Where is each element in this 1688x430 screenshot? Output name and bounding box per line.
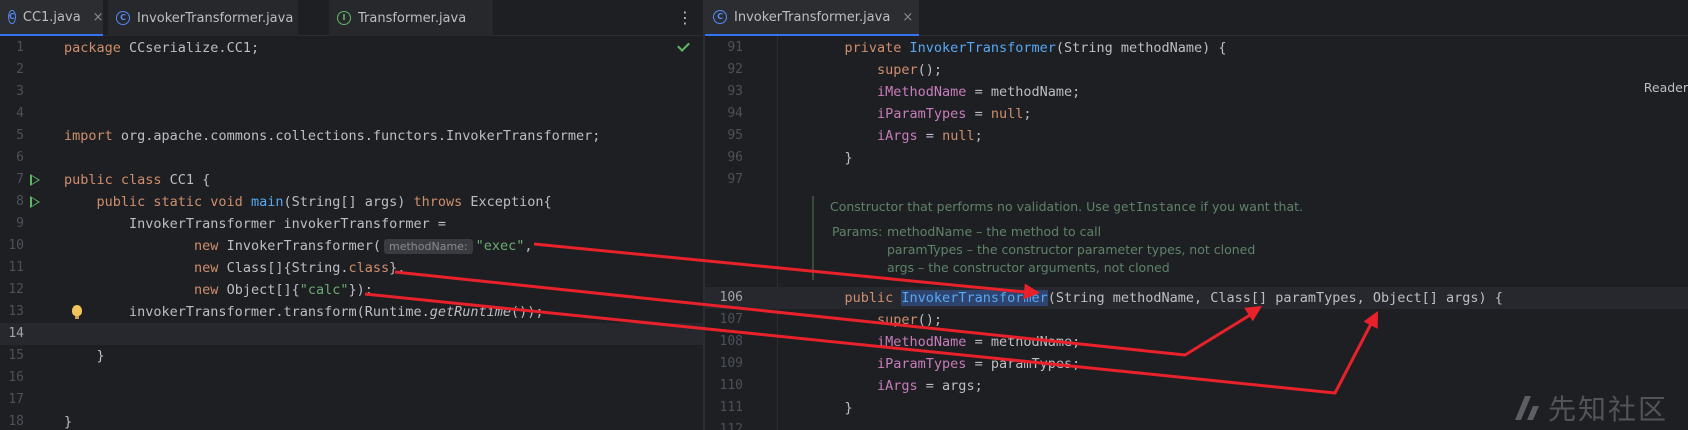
arrow-method-name [533, 242, 1026, 294]
xianzhi-logo-icon [1515, 396, 1539, 420]
arrow-head [1244, 306, 1262, 322]
arrow-args [364, 292, 1375, 395]
arrow-head [1023, 283, 1040, 300]
arrow-param-types [394, 270, 1256, 357]
watermark: 先知社区 [1548, 393, 1669, 426]
annotation-arrows [364, 242, 1378, 395]
